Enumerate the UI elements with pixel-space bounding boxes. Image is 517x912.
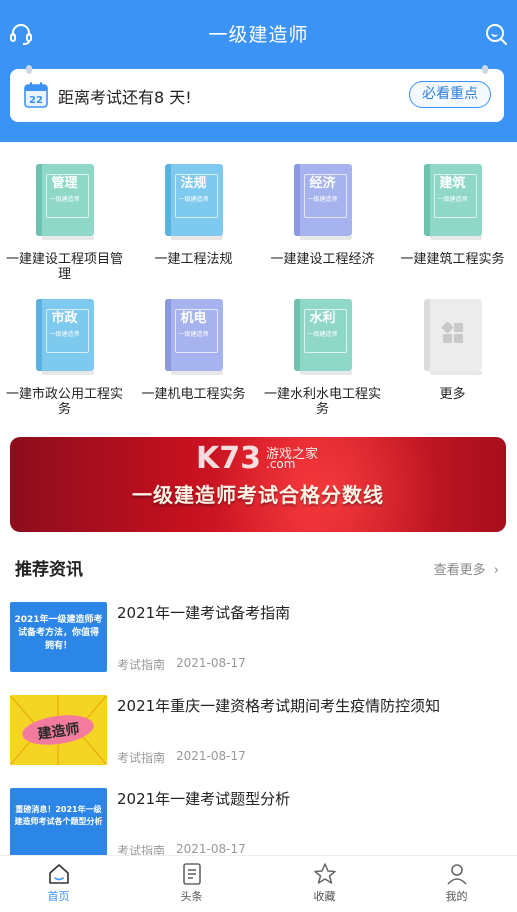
news-item[interactable]: 建造师 2021年重庆一建资格考试期间考生疫情防控须知 考试指南 2021-08… bbox=[10, 695, 507, 775]
page-title: 一级建造师 bbox=[208, 24, 309, 46]
news-date: 2021-08-17 bbox=[176, 842, 246, 856]
category-label: 一建建筑工程实务 bbox=[400, 252, 505, 267]
news-category: 考试指南 bbox=[117, 658, 166, 672]
news-icon bbox=[182, 863, 201, 885]
news-title: 2021年一建考试备考指南 bbox=[117, 604, 291, 622]
category-building[interactable]: 建筑 一级建造师 一建建筑工程实务 bbox=[388, 164, 517, 267]
nav-label: 头条 bbox=[180, 890, 203, 903]
section-title: 推荐资讯 bbox=[15, 560, 83, 580]
category-label: 更多 bbox=[439, 387, 466, 402]
focus-button[interactable]: 必看重点 bbox=[409, 81, 491, 108]
category-label: 一建机电工程实务 bbox=[141, 387, 246, 402]
card-pin bbox=[26, 65, 32, 74]
nav-label: 首页 bbox=[47, 890, 70, 903]
category-label: 一建建设工程项目管理 bbox=[5, 252, 123, 282]
category-label: 一建市政公用工程实务 bbox=[5, 387, 123, 417]
news-title: 2021年重庆一建资格考试期间考生疫情防控须知 bbox=[117, 697, 441, 715]
watermark-com: .com bbox=[266, 457, 296, 471]
category-mechanical[interactable]: 机电 一级建造师 一建机电工程实务 bbox=[129, 299, 258, 402]
news-item[interactable]: 2021年一级建造师考试备考方法，你值得拥有！ 2021年一建考试备考指南 考试… bbox=[10, 602, 507, 682]
nav-label: 收藏 bbox=[313, 890, 336, 903]
book-icon: 建筑 一级建造师 bbox=[423, 164, 482, 240]
news-date: 2021-08-17 bbox=[176, 656, 246, 670]
news-thumbnail: 重磅消息！2021年一级建造师考试各个题型分析 bbox=[10, 788, 107, 858]
grid-icon bbox=[441, 321, 463, 343]
category-management[interactable]: 管理 一级建造师 一建建设工程项目管理 bbox=[0, 164, 129, 282]
news-thumbnail: 建造师 bbox=[10, 695, 107, 765]
search-icon[interactable] bbox=[484, 22, 508, 46]
book-icon: 经济 一级建造师 bbox=[293, 164, 352, 240]
nav-profile[interactable]: 我的 bbox=[392, 862, 517, 904]
nav-headlines[interactable]: 头条 bbox=[127, 862, 256, 904]
category-label: 一建水利水电工程实务 bbox=[263, 387, 381, 417]
book-icon: 法规 一级建造师 bbox=[164, 164, 223, 240]
news-thumbnail: 2021年一级建造师考试备考方法，你值得拥有！ bbox=[10, 602, 107, 672]
calendar-icon: 22 bbox=[24, 82, 48, 108]
nav-home[interactable]: 首页 bbox=[0, 862, 123, 904]
countdown-text: 距离考试还有8 天! bbox=[58, 88, 192, 107]
category-law[interactable]: 法规 一级建造师 一建工程法规 bbox=[129, 164, 258, 267]
more-book-icon bbox=[423, 299, 482, 375]
category-economy[interactable]: 经济 一级建造师 一建建设工程经济 bbox=[258, 164, 387, 267]
category-more[interactable]: 更多 bbox=[388, 299, 517, 402]
news-category: 考试指南 bbox=[117, 751, 166, 765]
home-icon bbox=[48, 864, 69, 884]
bottom-nav: 首页 头条 收藏 我的 bbox=[0, 855, 517, 912]
chevron-right-icon: › bbox=[493, 563, 499, 578]
news-title: 2021年一建考试题型分析 bbox=[117, 790, 291, 808]
see-more-link[interactable]: 查看更多 › bbox=[434, 559, 499, 578]
card-pin bbox=[482, 65, 488, 74]
profile-icon bbox=[446, 864, 467, 885]
calendar-day: 22 bbox=[29, 95, 43, 106]
header: 一级建造师 22 距离考试还有8 天! 必看重点 bbox=[0, 0, 517, 142]
nav-label: 我的 bbox=[445, 890, 468, 903]
book-icon: 管理 一级建造师 bbox=[35, 164, 94, 240]
book-icon: 水利 一级建造师 bbox=[293, 299, 352, 375]
nav-favorites[interactable]: 收藏 bbox=[260, 862, 389, 904]
book-icon: 市政 一级建造师 bbox=[35, 299, 94, 375]
news-date: 2021-08-17 bbox=[176, 749, 246, 763]
promo-banner[interactable]: K73 游戏之家 .com 一级建造师考试合格分数线 bbox=[10, 437, 506, 532]
star-icon bbox=[313, 863, 336, 884]
watermark-logo: K73 bbox=[196, 441, 261, 476]
category-water[interactable]: 水利 一级建造师 一建水利水电工程实务 bbox=[258, 299, 387, 417]
banner-text: 一级建造师考试合格分数线 bbox=[132, 483, 384, 507]
see-more-label: 查看更多 bbox=[433, 563, 486, 578]
countdown-card: 22 距离考试还有8 天! 必看重点 bbox=[10, 65, 504, 122]
category-municipal[interactable]: 市政 一级建造师 一建市政公用工程实务 bbox=[0, 299, 129, 417]
category-label: 一建工程法规 bbox=[154, 252, 233, 267]
category-label: 一建建设工程经济 bbox=[270, 252, 375, 267]
book-icon: 机电 一级建造师 bbox=[164, 299, 223, 375]
